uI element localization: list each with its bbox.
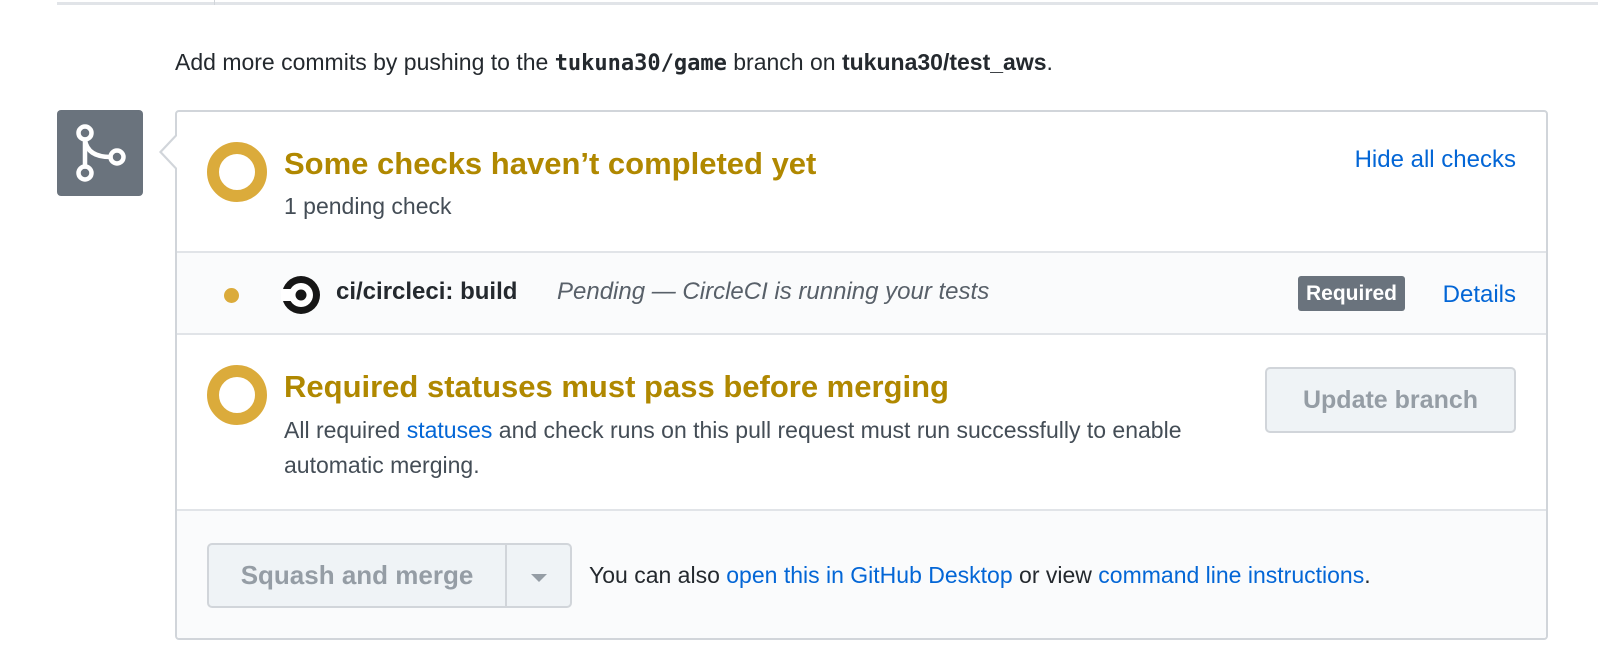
circleci-logo-icon [281,276,320,314]
required-statuses-description: All required statuses and check runs on … [284,417,1182,478]
git-merge-badge [57,110,143,196]
check-details-link[interactable]: Details [1443,279,1516,311]
merge-method-dropdown[interactable] [507,545,570,606]
repo-name: tukuna30/test_aws [841,49,1047,75]
pending-status-icon [207,142,267,202]
git-merge-icon [76,124,126,182]
merge-status-panel: Some checks haven’t completed yet 1 pend… [175,110,1548,640]
timeline-tick [214,0,215,5]
head-branch-name: tukuna30/game [554,51,727,76]
check-row: ci/circleci: build Pending — CircleCI is… [177,253,1546,335]
open-in-desktop-link[interactable]: open this in GitHub Desktop [726,562,1012,588]
panel-pointer-fill [162,136,177,168]
merge-actions: Squash and merge You can also open this … [177,511,1546,638]
update-branch-button[interactable]: Update branch [1265,367,1516,433]
checks-subtitle: 1 pending check [284,193,452,219]
command-line-instructions-link[interactable]: command line instructions [1098,562,1364,588]
chevron-down-icon [530,573,547,582]
merge-button-group: Squash and merge [207,543,572,608]
merge-alternatives-note: You can also open this in GitHub Desktop… [589,562,1371,588]
hide-all-checks-link[interactable]: Hide all checks [1355,145,1516,175]
statuses-link[interactable]: statuses [407,417,493,443]
check-description: Pending — CircleCI is running your tests [557,278,990,305]
pending-status-icon [207,365,267,425]
pending-dot-icon [224,288,239,303]
check-name: ci/circleci: build [336,278,518,305]
required-statuses-title: Required statuses must pass before mergi… [284,369,949,404]
push-commits-note: Add more commits by pushing to the tukun… [175,49,1053,76]
checks-title: Some checks haven’t completed yet [284,146,817,181]
squash-and-merge-button[interactable]: Squash and merge [209,545,507,606]
required-badge: Required [1298,276,1406,311]
required-statuses-section: Required statuses must pass before mergi… [177,335,1546,511]
timeline-top-rule [57,0,1598,5]
checks-summary: Some checks haven’t completed yet 1 pend… [177,112,1546,253]
